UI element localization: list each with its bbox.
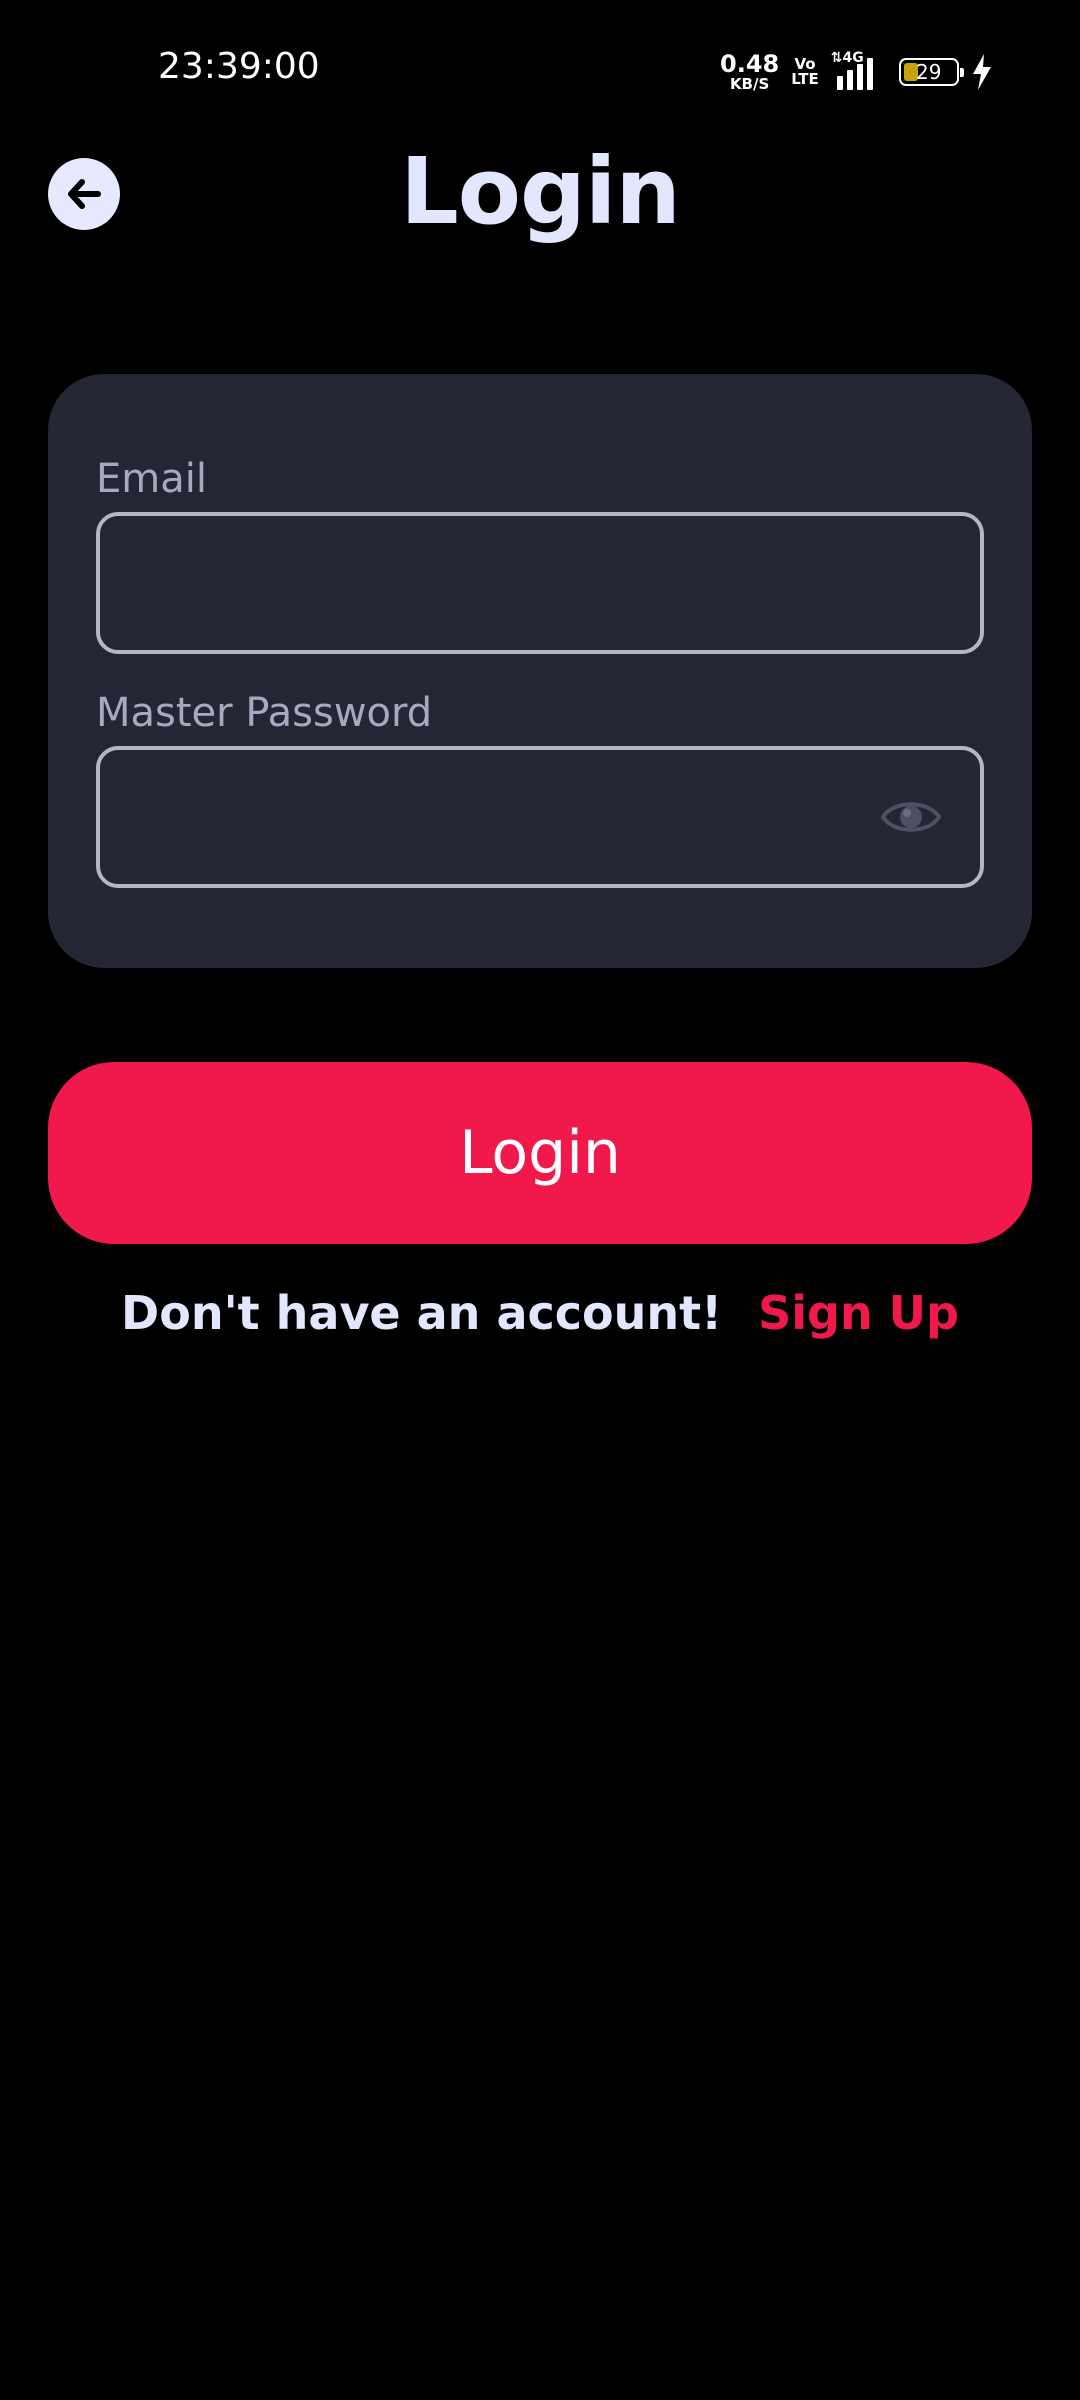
- network-speed-value: 0.48: [720, 50, 780, 78]
- network-speed: 0.48 KB/S: [720, 52, 779, 92]
- network-speed-unit: KB/S: [729, 75, 770, 93]
- network-type-label: ⇅4G: [830, 50, 864, 66]
- status-bar: 23:39:00 0.48 KB/S Vo LTE ⇅4G 29: [0, 0, 1080, 140]
- signup-link[interactable]: Sign Up: [758, 1286, 959, 1340]
- login-form-card: Email Master Password: [48, 374, 1032, 968]
- battery-icon: 29: [898, 58, 964, 86]
- charging-bolt-icon: [972, 54, 991, 90]
- password-field[interactable]: [100, 750, 980, 884]
- status-time: 23:39:00: [158, 46, 320, 87]
- network-type-text: 4G: [842, 50, 864, 66]
- password-label: Master Password: [96, 690, 433, 736]
- email-field[interactable]: [100, 516, 980, 650]
- signup-prompt-text: Don't have an account!: [121, 1286, 723, 1340]
- password-field-box: [96, 746, 984, 888]
- signal-strength-icon: ⇅4G: [831, 50, 887, 90]
- email-label: Email: [96, 456, 207, 502]
- status-icons: 0.48 KB/S Vo LTE ⇅4G 29: [720, 50, 993, 94]
- signal-bar: [856, 64, 863, 90]
- signup-row: Don't have an account! Sign Up: [0, 1286, 1080, 1340]
- signal-bar: [836, 76, 843, 90]
- signal-bar: [846, 70, 853, 90]
- volte-icon: Vo LTE: [791, 57, 819, 87]
- page-title: Login: [400, 138, 681, 245]
- toggle-password-visibility-button[interactable]: [878, 790, 944, 844]
- login-button[interactable]: Login: [48, 1062, 1032, 1244]
- battery-percentage: 29: [916, 60, 942, 84]
- email-field-box: [96, 512, 984, 654]
- login-screen: 23:39:00 0.48 KB/S Vo LTE ⇅4G 29 Login E…: [0, 0, 1080, 2400]
- eye-icon: [880, 802, 942, 832]
- volte-bottom-text: LTE: [791, 70, 819, 88]
- signal-bar: [866, 58, 873, 90]
